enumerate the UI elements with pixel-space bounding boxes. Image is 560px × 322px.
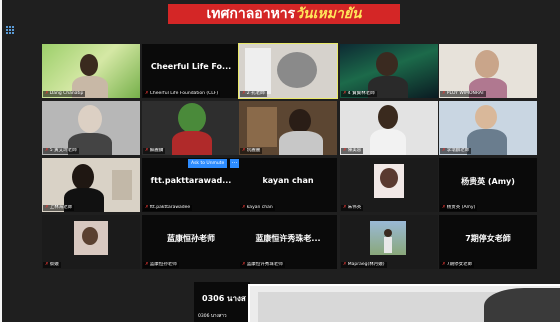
- participant-display-name: 杨贵英 (Amy): [461, 177, 515, 186]
- participant-video: [142, 101, 240, 155]
- participant-display-name: kayan chan: [262, 176, 314, 185]
- participant-video: [239, 44, 337, 98]
- participant-tile[interactable]: ✗朱伟英: [340, 158, 438, 212]
- muted-mic-icon: ✗: [145, 262, 149, 267]
- muted-mic-icon: ✗: [145, 91, 149, 96]
- muted-mic-icon: ✗: [442, 148, 446, 153]
- participant-tile[interactable]: ✗蔡娥: [42, 215, 140, 269]
- participant-tile[interactable]: 杨贵英 (Amy) ✗杨贵英 (Amy): [439, 158, 537, 212]
- participant-label: ✗蔡娥: [43, 262, 61, 268]
- participant-video: [439, 101, 537, 155]
- participant-video: [340, 158, 438, 212]
- muted-mic-icon: ✗: [242, 148, 246, 153]
- participant-tile[interactable]: ✗蘇麗鑽: [142, 101, 240, 155]
- active-speaker-display-name: 0306 นางส: [202, 294, 246, 303]
- muted-mic-icon: ✗: [45, 91, 49, 96]
- active-speaker-label: 0306 นางสาว: [198, 314, 227, 319]
- ask-to-unmute-button[interactable]: Ask to Unmute: [188, 159, 228, 168]
- muted-mic-icon: ✗: [45, 262, 49, 267]
- participant-video: [340, 101, 438, 155]
- participant-video: [239, 101, 337, 155]
- participant-video: [340, 44, 438, 98]
- participant-label: ✗蓝康恒孙老师: [143, 262, 179, 268]
- participant-video: [42, 215, 140, 269]
- participant-tile[interactable]: 7期停女老師 ✗7期停女老師: [439, 215, 537, 269]
- participant-tile[interactable]: 蓝康恒孙老师 ✗蓝康恒孙老师: [142, 215, 240, 269]
- participant-label: ✗kayan chan: [240, 205, 275, 211]
- participant-label: ✗ftt.pakttarawadee: [143, 205, 193, 211]
- participant-tile[interactable]: ✗5 黃艾玲老師: [42, 101, 140, 155]
- banner-subtitle: วันเหมายัน: [295, 6, 362, 22]
- participant-display-name: 蓝康恒许秀珠老...: [255, 234, 321, 243]
- zoom-meeting-window: เทศกาลอาหารวันเหมายัน ✗Dang Chanatip Che…: [2, 0, 560, 322]
- participant-label: ✗蓝康恒许秀珠老师: [240, 262, 285, 268]
- participant-display-name: ftt.pakttarawad...: [150, 176, 232, 185]
- participant-tile[interactable]: ✗阮麗麗: [239, 101, 337, 155]
- muted-mic-icon: ✗: [442, 91, 446, 96]
- participant-label: ✗阮麗麗: [240, 148, 263, 154]
- participant-video: [42, 101, 140, 155]
- muted-mic-icon: ✗: [242, 91, 246, 96]
- participant-video: [439, 44, 537, 98]
- participant-label: ✗2 孔老師: [240, 91, 267, 97]
- participant-label: ✗Dang Chanatip: [43, 91, 86, 97]
- event-banner: เทศกาลอาหารวันเหมายัน: [168, 4, 400, 24]
- participant-display-name: 蓝康恒孙老师: [167, 234, 215, 243]
- participant-display-name: 7期停女老師: [465, 234, 511, 243]
- muted-mic-icon: ✗: [45, 205, 49, 210]
- participant-tile[interactable]: ✗上林海老師: [42, 158, 140, 212]
- more-options-button[interactable]: ···: [230, 159, 239, 168]
- muted-mic-icon: ✗: [242, 205, 246, 210]
- muted-mic-icon: ✗: [145, 148, 149, 153]
- participant-tile[interactable]: ✗2 孔老師: [238, 43, 338, 99]
- participant-label: ✗PLOY WIMONRAT: [440, 91, 487, 97]
- participant-video: [42, 44, 140, 98]
- participant-label: ✗Cheerful Life Foundation (CLF): [143, 91, 221, 97]
- muted-mic-icon: ✗: [242, 262, 246, 267]
- participant-label: ✗4 賢賢林老師: [341, 91, 377, 97]
- participant-label: ✗朱伟英: [341, 205, 364, 211]
- participant-tile[interactable]: Cheerful Life Fo... ✗Cheerful Life Found…: [142, 44, 240, 98]
- banner-title: เทศกาลอาหาร: [206, 6, 296, 22]
- muted-mic-icon: ✗: [343, 91, 347, 96]
- participant-tile[interactable]: 蓝康恒许秀珠老... ✗蓝康恒许秀珠老师: [239, 215, 337, 269]
- muted-mic-icon: ✗: [442, 262, 446, 267]
- muted-mic-icon: ✗: [343, 262, 347, 267]
- participant-tile[interactable]: ✗PLOY WIMONRAT: [439, 44, 537, 98]
- participant-label: ✗杨贵英 (Amy): [440, 205, 478, 211]
- participant-tile[interactable]: ✗陳美容: [340, 101, 438, 155]
- participant-label: ✗5 黃艾玲老師: [43, 148, 79, 154]
- muted-mic-icon: ✗: [45, 148, 49, 153]
- shared-content: [258, 292, 498, 322]
- grid-icon[interactable]: [6, 26, 14, 34]
- screen-share-preview[interactable]: [248, 284, 560, 322]
- participant-tile[interactable]: ✗Dang Chanatip: [42, 44, 140, 98]
- participant-label: ✗Mapraeg(林月娥): [341, 262, 387, 268]
- muted-mic-icon: ✗: [343, 148, 347, 153]
- participant-tile[interactable]: ✗李瑞麟老師: [439, 101, 537, 155]
- muted-mic-icon: ✗: [145, 205, 149, 210]
- participant-tile[interactable]: ✗Mapraeg(林月娥): [340, 215, 438, 269]
- muted-mic-icon: ✗: [343, 205, 347, 210]
- participant-label: ✗蘇麗鑽: [143, 148, 166, 154]
- active-speaker-tile[interactable]: 0306 นางส 0306 นางสาว: [194, 282, 250, 322]
- participant-video: [42, 158, 140, 212]
- participant-video: [340, 215, 438, 269]
- participant-tile[interactable]: ✗4 賢賢林老師: [340, 44, 438, 98]
- muted-mic-icon: ✗: [442, 205, 446, 210]
- participant-display-name: Cheerful Life Fo...: [150, 62, 232, 71]
- participant-tile[interactable]: kayan chan ✗kayan chan: [239, 158, 337, 212]
- participant-label: ✗上林海老師: [43, 205, 75, 211]
- shared-content-shape: [484, 288, 560, 322]
- participant-label: ✗7期停女老師: [440, 262, 475, 268]
- participant-label: ✗陳美容: [341, 148, 364, 154]
- participant-label: ✗李瑞麟老師: [440, 148, 472, 154]
